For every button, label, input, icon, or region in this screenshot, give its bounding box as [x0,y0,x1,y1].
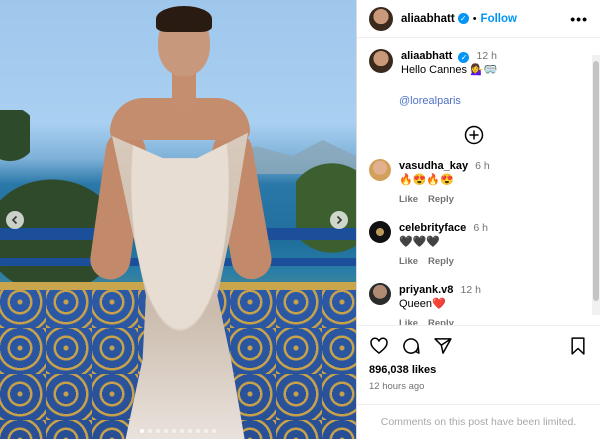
comment-text: Queen❤️ [399,298,446,310]
action-icons [369,336,588,356]
post-header: aliaabhatt ✓ • Follow ••• [357,0,600,38]
avatar[interactable] [369,159,391,181]
heart-icon[interactable] [369,336,389,356]
scrollbar[interactable] [592,55,600,315]
comment-item: priyank.v8 12 h Queen❤️ Like Reply [369,283,578,325]
comment-actions: Like Reply [399,317,481,325]
comment-reply-button[interactable]: Reply [428,317,454,325]
instagram-post-view: aliaabhatt ✓ • Follow ••• aliaabhatt ✓ 1… [0,0,600,439]
avatar[interactable] [369,6,393,31]
comments-scroll-area[interactable]: aliaabhatt ✓ 12 h Hello Cannes 💁‍♀️🥽 @lo… [357,39,590,325]
comment-item: celebrityface 6 h 🖤🖤🖤 Like Reply [369,221,578,269]
avatar[interactable] [369,221,391,243]
comment-text: 🖤🖤🖤 [399,236,441,248]
comment-icon[interactable] [401,336,421,356]
comment-body: vasudha_kay 6 h 🔥😍🔥😍 Like Reply [399,159,490,207]
post-actions-bar: 896,038 likes 12 hours ago [357,325,600,392]
comment-like-button[interactable]: Like [399,255,418,269]
comment-like-button[interactable]: Like [399,317,418,325]
carousel-dots [0,429,356,433]
carousel-dot [148,429,152,433]
chevron-right-icon [336,215,343,225]
scrollbar-thumb[interactable] [593,61,599,301]
avatar[interactable] [369,283,391,305]
bookmark-icon[interactable] [568,336,588,356]
carousel-dot [164,429,168,433]
comment-actions: Like Reply [399,193,490,207]
caption-username[interactable]: aliaabhatt [401,50,452,62]
carousel-dot [196,429,200,433]
caption-block: aliaabhatt ✓ 12 h Hello Cannes 💁‍♀️🥽 [369,49,578,77]
comment-username[interactable]: celebrityface [399,222,466,234]
comment-item: vasudha_kay 6 h 🔥😍🔥😍 Like Reply [369,159,578,207]
comment-username[interactable]: vasudha_kay [399,160,468,172]
comment-time: 6 h [475,160,490,172]
carousel-dot [212,429,216,433]
comment-text: 🔥😍🔥😍 [399,174,454,186]
photo-hair [156,6,212,32]
comment-time: 12 h [460,284,481,296]
caption-text: Hello Cannes 💁‍♀️🥽 [401,64,498,76]
caption-time: 12 h [476,50,497,62]
comment-reply-button[interactable]: Reply [428,193,454,207]
mention-link[interactable]: @lorealparis [399,95,578,107]
header-username[interactable]: aliaabhatt [401,13,455,25]
likes-count[interactable]: 896,038 likes [369,364,588,376]
comment-body: priyank.v8 12 h Queen❤️ Like Reply [399,283,481,325]
avatar[interactable] [369,49,393,73]
post-timestamp[interactable]: 12 hours ago [369,381,588,392]
photo-neck [172,70,196,110]
comment-like-button[interactable]: Like [399,193,418,207]
comment-list: vasudha_kay 6 h 🔥😍🔥😍 Like Reply celebrit… [369,159,578,325]
post-media[interactable] [0,0,356,439]
comment-actions: Like Reply [399,255,488,269]
caption-body: aliaabhatt ✓ 12 h Hello Cannes 💁‍♀️🥽 [401,49,498,77]
verified-badge-icon: ✓ [457,13,469,24]
carousel-dot [204,429,208,433]
carousel-dot [188,429,192,433]
load-more-comments-icon[interactable] [464,125,484,145]
carousel-dot [156,429,160,433]
comment-reply-button[interactable]: Reply [428,255,454,269]
carousel-dot [140,429,144,433]
verified-badge-icon: ✓ [458,52,470,63]
comment-username[interactable]: priyank.v8 [399,284,453,296]
comments-limited-notice: Comments on this post have been limited. [357,404,600,439]
more-options-icon[interactable]: ••• [570,11,588,27]
carousel-dot [180,429,184,433]
carousel-next-button[interactable] [330,211,348,229]
chevron-left-icon [11,215,18,225]
post-side-panel: aliaabhatt ✓ • Follow ••• aliaabhatt ✓ 1… [356,0,600,439]
comment-time: 6 h [473,222,488,234]
separator-dot: • [472,12,477,25]
carousel-prev-button[interactable] [6,211,24,229]
follow-button[interactable]: Follow [481,13,517,25]
carousel-dot [172,429,176,433]
comment-body: celebrityface 6 h 🖤🖤🖤 Like Reply [399,221,488,269]
share-icon[interactable] [433,336,453,356]
